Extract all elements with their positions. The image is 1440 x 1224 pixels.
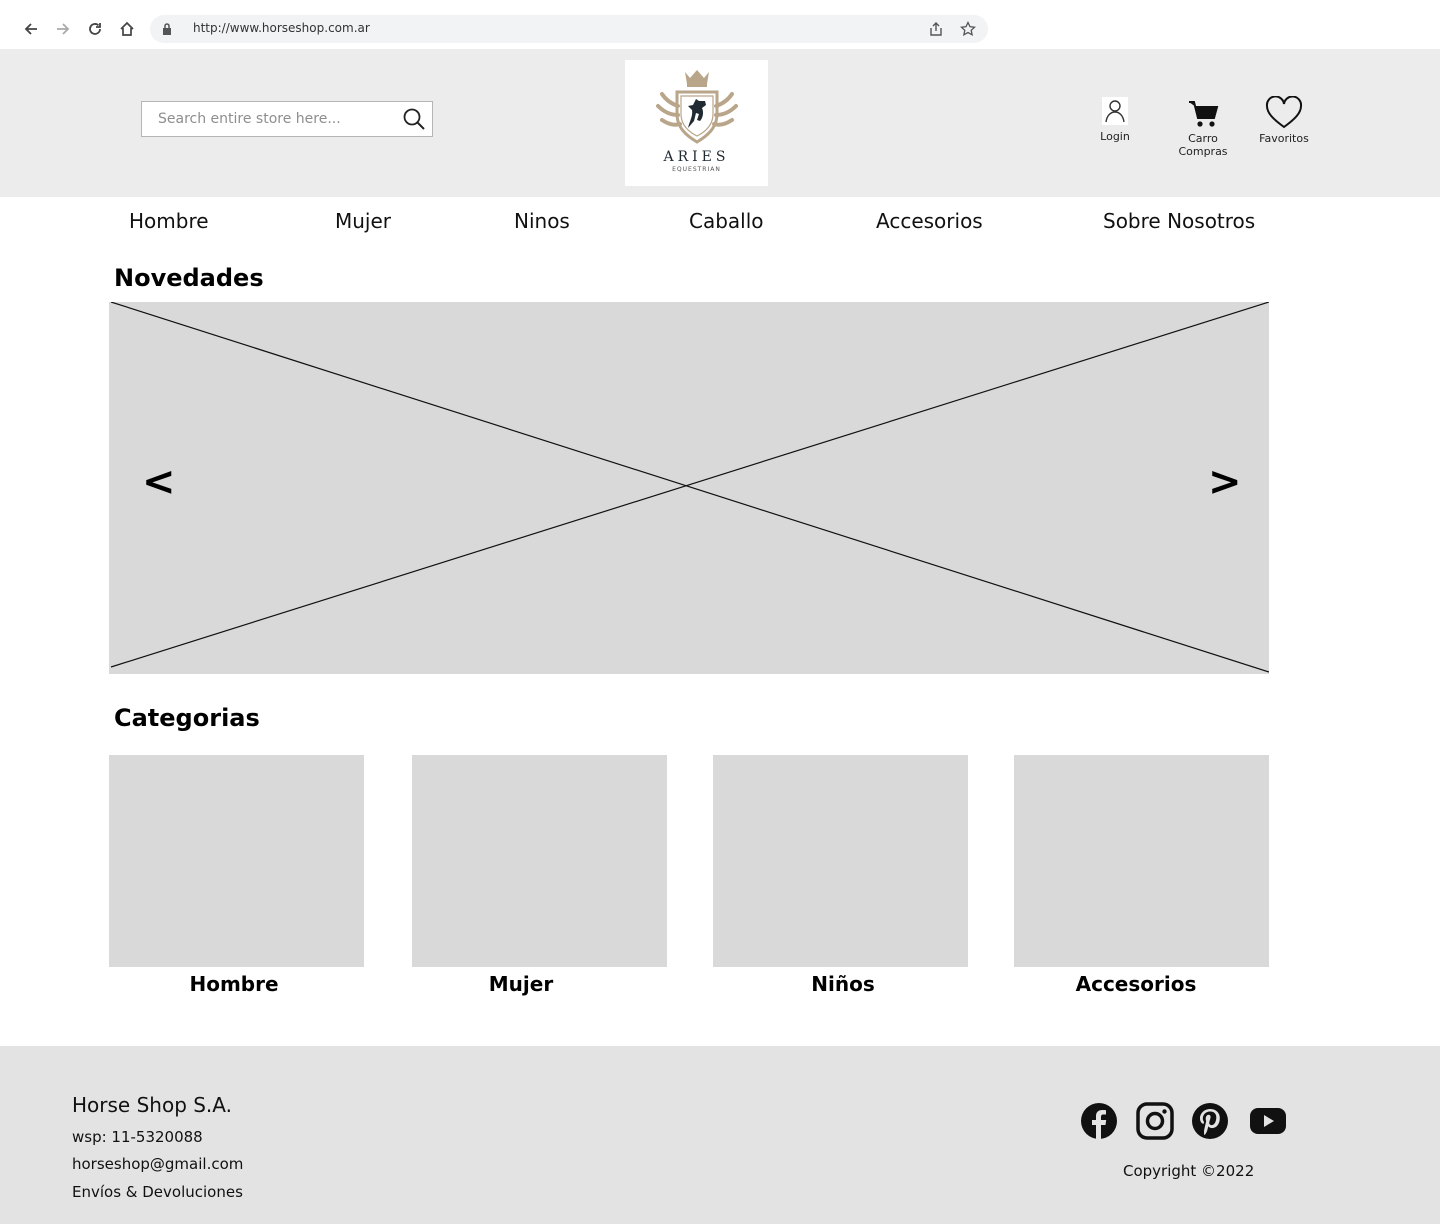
category-label-hombre[interactable]: Hombre xyxy=(109,972,359,996)
categorias-title: Categorias xyxy=(114,704,260,732)
category-image-mujer[interactable] xyxy=(412,755,667,967)
bookmark-star-icon[interactable] xyxy=(960,21,976,37)
pinterest-icon[interactable] xyxy=(1191,1102,1229,1140)
back-icon[interactable] xyxy=(16,14,46,44)
user-icon xyxy=(1102,97,1128,125)
email-link[interactable]: horseshop@gmail.com xyxy=(72,1155,243,1173)
copyright-text: Copyright ©2022 xyxy=(1123,1162,1255,1180)
forward-icon[interactable] xyxy=(48,14,78,44)
instagram-icon[interactable] xyxy=(1136,1102,1174,1140)
login-label: Login xyxy=(1100,130,1130,143)
phone-text: wsp: 11-5320088 xyxy=(72,1128,203,1146)
login-button[interactable]: Login xyxy=(1094,97,1136,143)
nav-ninos[interactable]: Ninos xyxy=(514,209,570,233)
heart-icon xyxy=(1265,95,1303,129)
carousel-prev-button[interactable]: < xyxy=(142,462,176,502)
search-icon[interactable] xyxy=(402,107,426,131)
nav-caballo[interactable]: Caballo xyxy=(689,209,764,233)
cart-label: Carro Compras xyxy=(1178,132,1228,158)
returns-link[interactable]: Envíos & Devoluciones xyxy=(72,1183,243,1201)
novedades-title: Novedades xyxy=(114,264,264,292)
favorites-label: Favoritos xyxy=(1259,132,1309,145)
favorites-button[interactable]: Favoritos xyxy=(1257,95,1311,145)
facebook-icon[interactable] xyxy=(1080,1102,1118,1140)
image-placeholder xyxy=(110,302,1269,673)
nav-accesorios[interactable]: Accesorios xyxy=(876,209,983,233)
crest-icon xyxy=(656,70,738,144)
cart-icon xyxy=(1189,101,1219,127)
category-image-hombre[interactable] xyxy=(109,755,364,967)
search-box xyxy=(141,101,433,137)
logo-name: ARIES xyxy=(663,149,730,165)
search-input[interactable] xyxy=(142,102,392,136)
address-bar[interactable]: http://www.horseshop.com.ar xyxy=(150,15,988,43)
nav-hombre[interactable]: Hombre xyxy=(129,209,209,233)
browser-toolbar: http://www.horseshop.com.ar xyxy=(0,0,1440,49)
category-label-accesorios[interactable]: Accesorios xyxy=(1014,972,1258,996)
site-header: ARIES EQUESTRIAN Login Carro Compras Fav… xyxy=(0,49,1440,197)
category-image-ninos[interactable] xyxy=(713,755,968,967)
nav-mujer[interactable]: Mujer xyxy=(335,209,391,233)
hero-carousel[interactable] xyxy=(109,302,1269,674)
category-label-mujer[interactable]: Mujer xyxy=(412,972,630,996)
reload-icon[interactable] xyxy=(80,14,110,44)
lock-icon xyxy=(163,23,171,35)
url-text: http://www.horseshop.com.ar xyxy=(193,21,370,35)
youtube-icon[interactable] xyxy=(1249,1102,1287,1140)
carousel-next-button[interactable]: > xyxy=(1208,462,1242,502)
category-image-accesorios[interactable] xyxy=(1014,755,1269,967)
brand-logo[interactable]: ARIES EQUESTRIAN xyxy=(625,60,768,186)
home-icon[interactable] xyxy=(112,14,142,44)
company-name: Horse Shop S.A. xyxy=(72,1093,232,1117)
nav-sobre-nosotros[interactable]: Sobre Nosotros xyxy=(1103,209,1255,233)
cart-button[interactable]: Carro Compras xyxy=(1162,99,1244,158)
logo-tagline: EQUESTRIAN xyxy=(672,166,721,173)
category-label-ninos[interactable]: Niños xyxy=(713,972,973,996)
share-icon[interactable] xyxy=(928,21,944,37)
